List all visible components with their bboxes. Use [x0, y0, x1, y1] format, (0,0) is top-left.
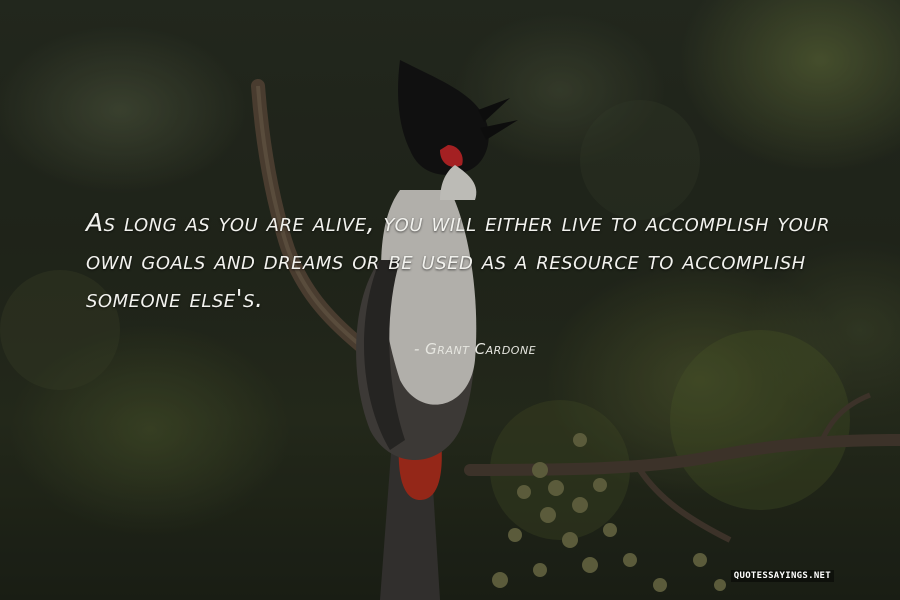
quote-image: As long as you are alive, you will eithe… [0, 0, 900, 600]
site-watermark: QUOTESSAYINGS.NET [730, 570, 834, 582]
quote-text: As long as you are alive, you will eithe… [86, 208, 830, 313]
quote-author: - Grant Cardone [414, 340, 537, 358]
